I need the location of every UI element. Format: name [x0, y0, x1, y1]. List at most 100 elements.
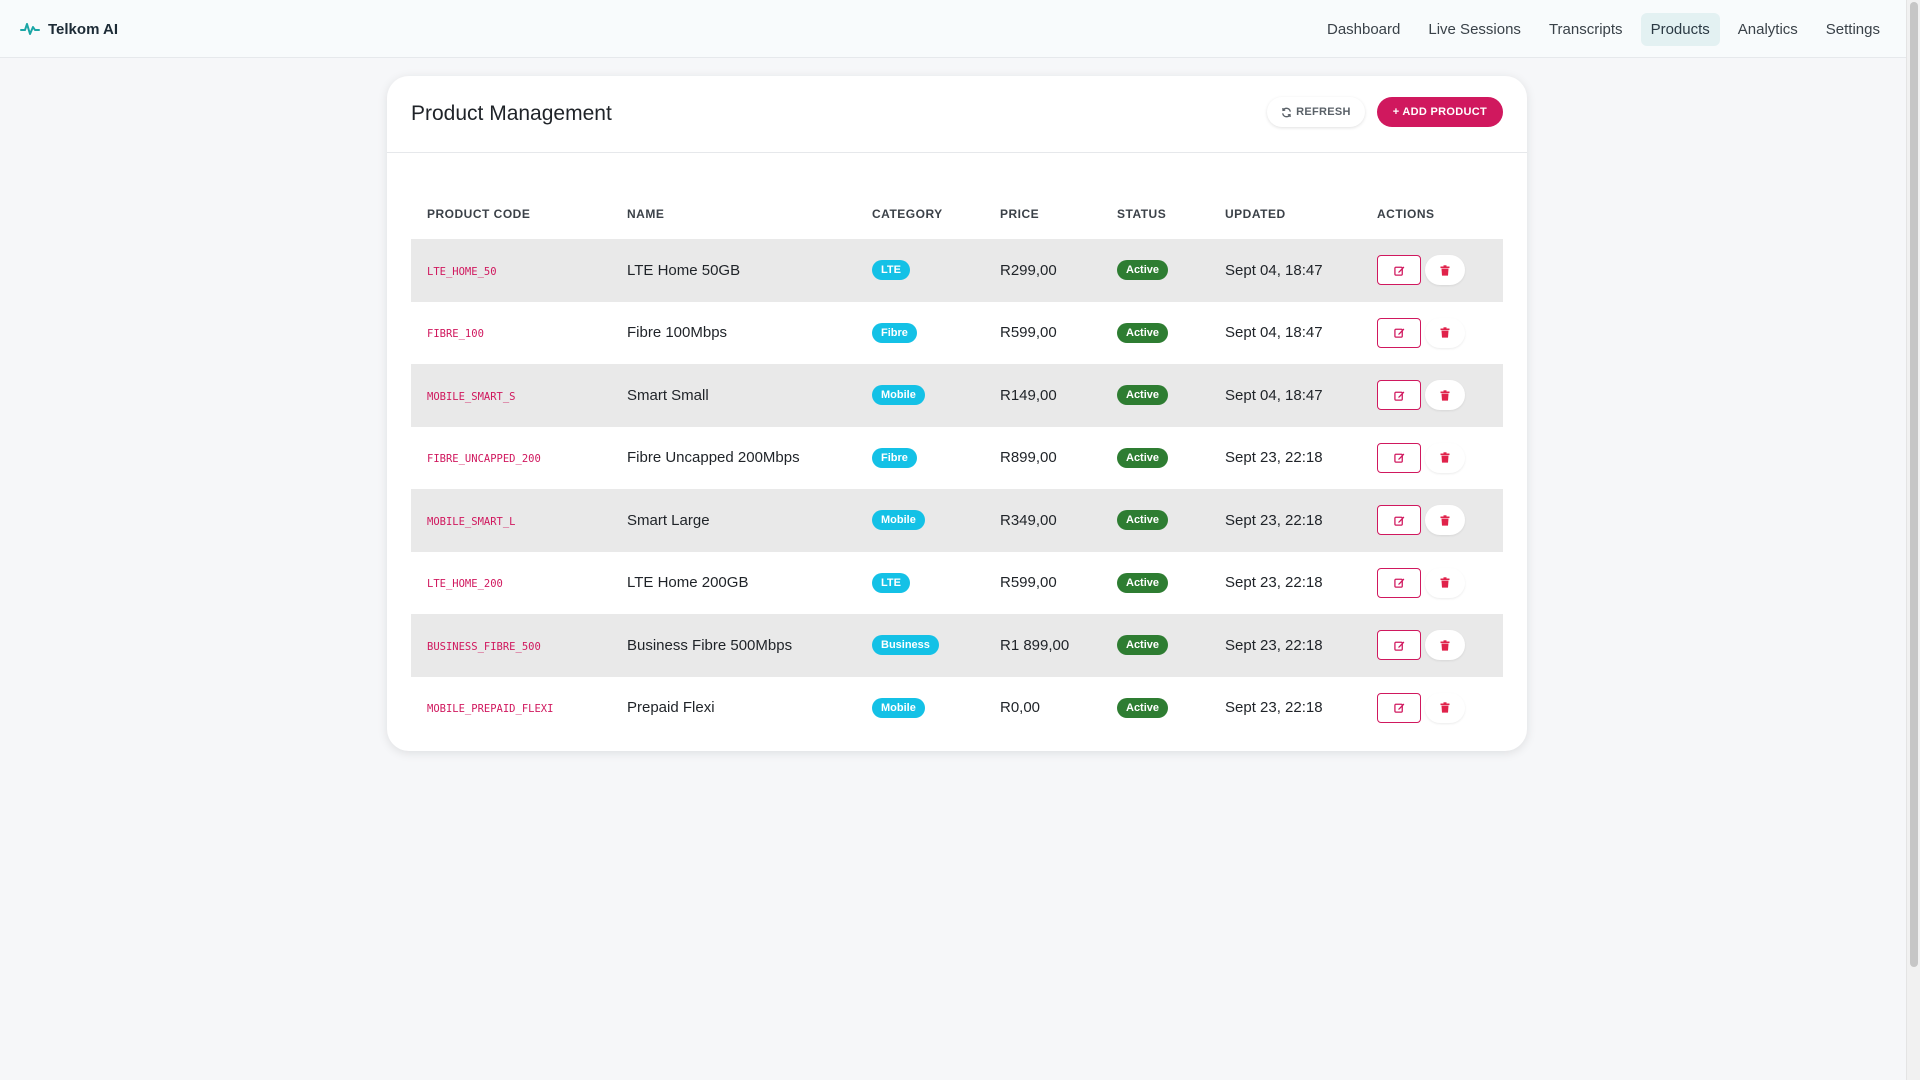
trash-icon [1440, 577, 1450, 588]
row-actions [1377, 505, 1503, 536]
column-header-product-code[interactable]: PRODUCT CODE [411, 188, 611, 239]
category-badge: Business [872, 635, 939, 656]
edit-button[interactable] [1377, 505, 1421, 536]
table-row[interactable]: FIBRE_100 Fibre 100Mbps Fibre R599,00 Active… [411, 302, 1503, 365]
status-cell: Active [1101, 239, 1209, 302]
edit-button[interactable] [1377, 630, 1421, 661]
row-actions [1377, 442, 1503, 473]
edit-button[interactable] [1377, 442, 1421, 473]
table-row[interactable]: LTE_HOME_50 LTE Home 50GB LTE R299,00 Active… [411, 239, 1503, 302]
actions-cell [1361, 614, 1503, 677]
status-cell: Active [1101, 489, 1209, 552]
actions-cell [1361, 239, 1503, 302]
category-badge: Mobile [872, 385, 925, 406]
edit-button[interactable] [1377, 567, 1421, 598]
actions-cell [1361, 427, 1503, 490]
table-row[interactable]: FIBRE_UNCAPPED_200 Fibre Uncapped 200Mbps… [411, 427, 1503, 490]
table-row[interactable]: BUSINESS_FIBRE_500 Business Fibre 500Mbps… [411, 614, 1503, 677]
product-code-cell: MOBILE_PREPAID_FLEXI [411, 677, 611, 740]
column-header-category[interactable]: CATEGORY [856, 188, 984, 239]
updated-timestamp: Sept 23, 22:18 [1209, 614, 1361, 677]
category-cell: Fibre [856, 427, 984, 490]
delete-button[interactable] [1425, 567, 1465, 598]
edit-button[interactable] [1377, 317, 1421, 348]
trash-icon [1440, 327, 1450, 338]
trash-icon [1440, 390, 1450, 401]
product-name: Fibre 100Mbps [627, 324, 728, 342]
nav-item-dashboard[interactable]: Dashboard [1317, 13, 1410, 46]
status-cell: Active [1101, 677, 1209, 740]
trash-icon [1440, 452, 1450, 463]
nav-item-settings[interactable]: Settings [1816, 13, 1890, 46]
edit-button[interactable] [1377, 692, 1421, 723]
status-cell: Active [1101, 552, 1209, 615]
product-name: Fibre Uncapped 200Mbps [627, 449, 800, 467]
nav-item-transcripts[interactable]: Transcripts [1539, 13, 1633, 46]
updated-timestamp: Sept 23, 22:18 [1225, 449, 1323, 467]
category-badge: LTE [872, 260, 910, 281]
product-price: R149,00 [984, 364, 1101, 427]
trash-icon [1440, 702, 1450, 713]
nav-item-live-sessions[interactable]: Live Sessions [1418, 13, 1531, 46]
refresh-icon [1282, 107, 1291, 117]
nav-item-analytics[interactable]: Analytics [1728, 13, 1808, 46]
category-cell: Mobile [856, 677, 984, 740]
edit-icon [1393, 578, 1404, 588]
updated-timestamp: Sept 04, 18:47 [1209, 364, 1361, 427]
product-code-cell: LTE_HOME_200 [411, 552, 611, 615]
scrollbar-thumb[interactable] [1910, 2, 1918, 967]
trash-icon [1440, 515, 1450, 526]
delete-button[interactable] [1425, 442, 1465, 473]
product-price: R349,00 [984, 489, 1101, 552]
page-title: Product Management [411, 102, 612, 125]
delete-button[interactable] [1425, 505, 1465, 536]
product-name: Smart Large [611, 489, 856, 552]
product-name: Prepaid Flexi [627, 699, 715, 717]
edit-button[interactable] [1377, 380, 1421, 411]
status-badge: Active [1117, 635, 1169, 656]
status-badge: Active [1117, 697, 1169, 718]
product-code: FIBRE_UNCAPPED_200 [427, 453, 541, 466]
edit-icon [1393, 703, 1404, 713]
add-product-button[interactable]: + ADD PRODUCT [1376, 97, 1503, 127]
edit-icon [1393, 266, 1404, 276]
table-row[interactable]: LTE_HOME_200 LTE Home 200GB LTE R599,00 Acti… [411, 552, 1503, 615]
column-header-price[interactable]: PRICE [984, 188, 1101, 239]
product-code-cell: MOBILE_SMART_L [411, 489, 611, 552]
delete-button[interactable] [1425, 317, 1465, 348]
column-header-status[interactable]: STATUS [1101, 188, 1209, 239]
category-badge: Fibre [872, 447, 917, 468]
product-price: R299,00 [984, 239, 1101, 302]
nav-item-products[interactable]: Products [1640, 12, 1720, 46]
column-header-updated[interactable]: UPDATED [1209, 188, 1361, 239]
refresh-button[interactable]: REFRESH [1267, 97, 1365, 127]
delete-button[interactable] [1425, 692, 1465, 723]
product-price: R599,00 [1000, 324, 1057, 342]
table-row[interactable]: MOBILE_PREPAID_FLEXI Prepaid Flexi Mobile R… [411, 677, 1503, 740]
edit-button[interactable] [1377, 255, 1421, 286]
trash-icon [1440, 640, 1450, 651]
delete-button[interactable] [1425, 380, 1465, 411]
category-cell: Fibre [856, 302, 984, 365]
product-code-cell: FIBRE_100 [411, 302, 611, 365]
product-name: LTE Home 50GB [611, 239, 856, 302]
brand[interactable]: Telkom AI [20, 0, 118, 58]
actions-cell [1361, 302, 1503, 365]
column-header-name[interactable]: NAME [611, 188, 856, 239]
edit-icon [1393, 516, 1404, 526]
page-scrollbar[interactable] [1906, 0, 1920, 1080]
category-cell: Mobile [856, 489, 984, 552]
row-actions [1377, 567, 1503, 598]
status-badge: Active [1117, 260, 1169, 281]
top-navbar: Telkom AI Dashboard Live Sessions Transc… [0, 0, 1920, 58]
delete-button[interactable] [1425, 255, 1465, 286]
product-code: MOBILE_SMART_L [427, 515, 516, 528]
actions-cell [1361, 489, 1503, 552]
delete-button[interactable] [1425, 630, 1465, 661]
row-actions [1377, 255, 1503, 286]
table-row[interactable]: MOBILE_SMART_S Smart Small Mobile R149,00 Ac… [411, 364, 1503, 427]
table-row[interactable]: MOBILE_SMART_L Smart Large Mobile R349,00 Ac… [411, 489, 1503, 552]
card-header: Product Management REFRESH + ADD PRODUCT [387, 76, 1527, 153]
product-code-cell: FIBRE_UNCAPPED_200 [411, 427, 611, 490]
category-cell: Business [856, 614, 984, 677]
